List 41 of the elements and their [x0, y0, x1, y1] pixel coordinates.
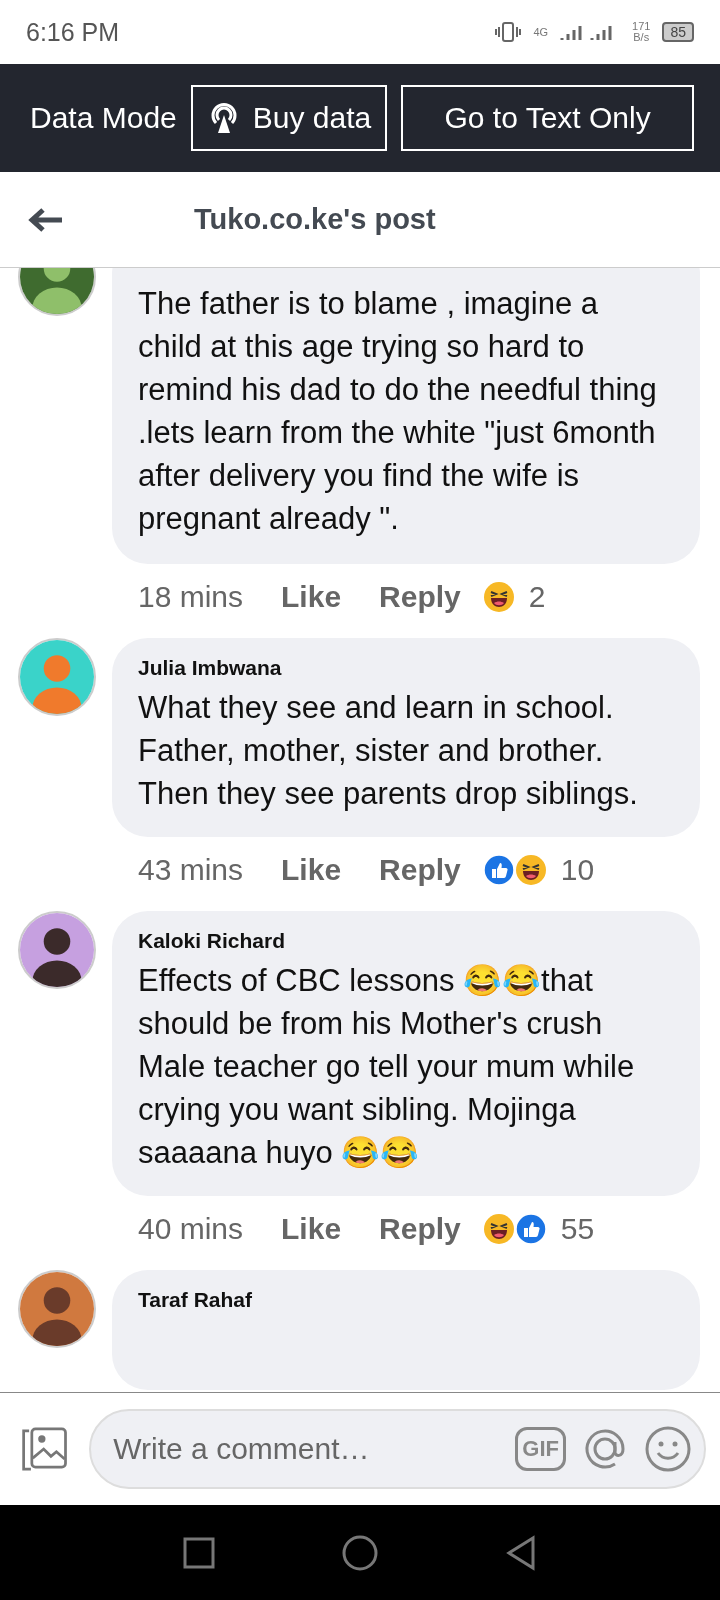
comment-text: Effects of CBC lessons 😂😂that should be from his Mother's crush Male teacher go tell your mum while crying you want sibling. Mojinga saaaana huyo 😂😂 [138, 962, 636, 1172]
comment-text: The father is to blame , imagine a child at this age trying so hard to remind his dad to do the needful thing .lets learn from the white "just 6month after delivery you find the wife is pregnant already ". [138, 285, 658, 538]
back-icon[interactable] [505, 1534, 537, 1571]
text-only-button[interactable]: Go to Text Only [401, 85, 694, 151]
speed-unit: B/s [633, 32, 650, 43]
reply-link[interactable]: Reply [379, 853, 461, 887]
vibrate-icon [495, 21, 522, 43]
thumbs-up-icon [482, 854, 515, 886]
reaction-count[interactable]: 2 [528, 580, 546, 614]
reaction-count[interactable]: 55 [560, 1212, 595, 1246]
comment-time: 43 mins [138, 853, 244, 887]
like-link[interactable]: Like [281, 853, 342, 887]
laughing-emoji-icon [482, 581, 515, 613]
comment-time: 40 mins [138, 1212, 244, 1246]
reaction-count[interactable]: 10 [560, 853, 595, 887]
like-link[interactable]: Like [281, 1212, 342, 1246]
reply-link[interactable]: Reply [379, 1212, 461, 1246]
comment-field[interactable]: Write a comment… GIF [89, 1409, 706, 1489]
post-title: Tuko.co.ke's post [194, 203, 436, 236]
commenter-name[interactable]: Kaloki Richard [138, 929, 660, 953]
comment-text: What they see and learn in school. Father, mother, sister and brother. Then they see parents drop siblings. [138, 689, 639, 813]
network-speed: 171 [632, 21, 651, 32]
commenter-name[interactable]: Taraf Rahaf [138, 1288, 660, 1312]
reply-link[interactable]: Reply [379, 580, 461, 614]
status-time: 6:16 PM [26, 17, 120, 47]
battery-level: 85 [662, 22, 694, 42]
gif-button[interactable]: GIF [515, 1427, 566, 1471]
thumbs-up-icon [514, 1213, 547, 1245]
like-link[interactable]: Like [281, 580, 342, 614]
back-arrow-icon[interactable] [28, 206, 64, 233]
buy-data-button[interactable]: Buy data [190, 85, 388, 151]
comment-time: 18 mins [138, 580, 244, 614]
home-icon[interactable] [341, 1533, 379, 1572]
network-type: 4G [533, 26, 549, 38]
emoji-icon[interactable] [644, 1425, 692, 1473]
laughing-emoji-icon [514, 854, 547, 886]
commenter-name[interactable]: Julia Imbwana [138, 656, 660, 680]
photo-icon[interactable] [20, 1425, 68, 1473]
data-mode-label: Data Mode [30, 101, 177, 135]
laughing-emoji-icon [482, 1213, 515, 1245]
recents-icon[interactable] [183, 1536, 215, 1569]
